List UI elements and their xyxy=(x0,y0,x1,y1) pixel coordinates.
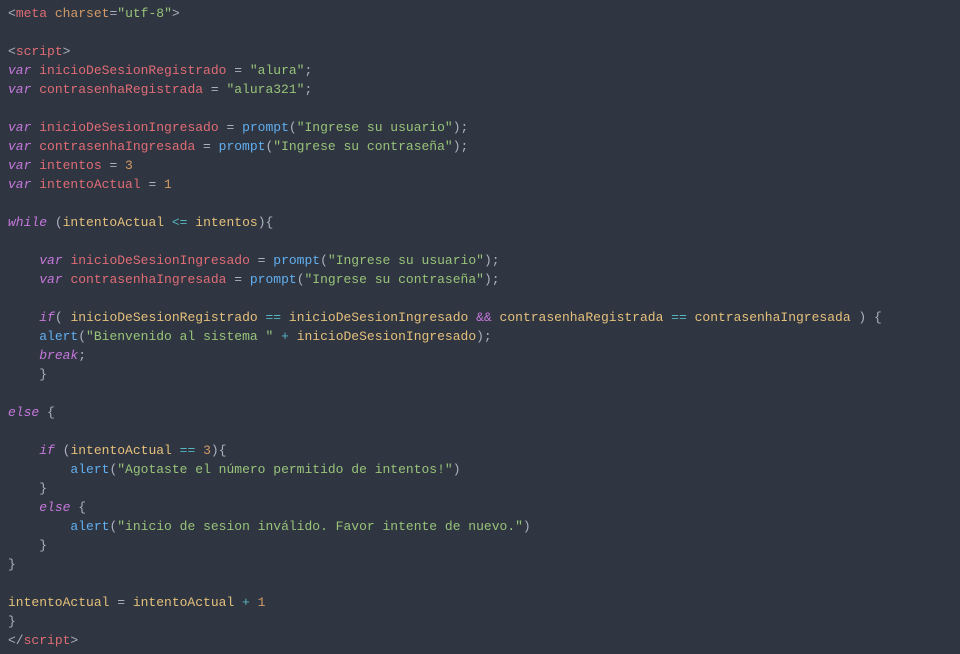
code-line: } xyxy=(8,557,16,572)
code-line: var intentos = 3 xyxy=(8,158,133,173)
code-line: } xyxy=(8,614,16,629)
code-line: var contrasenhaIngresada = prompt("Ingre… xyxy=(8,272,500,287)
code-block: <meta charset="utf-8"> <script> var inic… xyxy=(0,0,960,654)
code-line: var intentoActual = 1 xyxy=(8,177,172,192)
code-line: var contrasenhaRegistrada = "alura321"; xyxy=(8,82,312,97)
code-line: var inicioDeSesionRegistrado = "alura"; xyxy=(8,63,312,78)
code-line: if( inicioDeSesionRegistrado == inicioDe… xyxy=(8,310,882,325)
code-line: else { xyxy=(8,405,55,420)
code-line: var inicioDeSesionIngresado = prompt("In… xyxy=(8,253,500,268)
code-line: alert("Bienvenido al sistema " + inicioD… xyxy=(8,329,492,344)
code-line: break; xyxy=(8,348,86,363)
code-line: } xyxy=(8,367,47,382)
code-line: var contrasenhaIngresada = prompt("Ingre… xyxy=(8,139,468,154)
code-line: } xyxy=(8,481,47,496)
code-line: var inicioDeSesionIngresado = prompt("In… xyxy=(8,120,468,135)
code-line: if (intentoActual == 3){ xyxy=(8,443,227,458)
code-line: <script> xyxy=(8,44,70,59)
code-line: <meta charset="utf-8"> xyxy=(8,6,180,21)
code-line: intentoActual = intentoActual + 1 xyxy=(8,595,265,610)
code-line: } xyxy=(8,538,47,553)
code-line: else { xyxy=(8,500,86,515)
code-line: </script> xyxy=(8,633,78,648)
code-line: alert("Agotaste el número permitido de i… xyxy=(8,462,461,477)
code-line: while (intentoActual <= intentos){ xyxy=(8,215,273,230)
code-line: alert("inicio de sesion inválido. Favor … xyxy=(8,519,531,534)
